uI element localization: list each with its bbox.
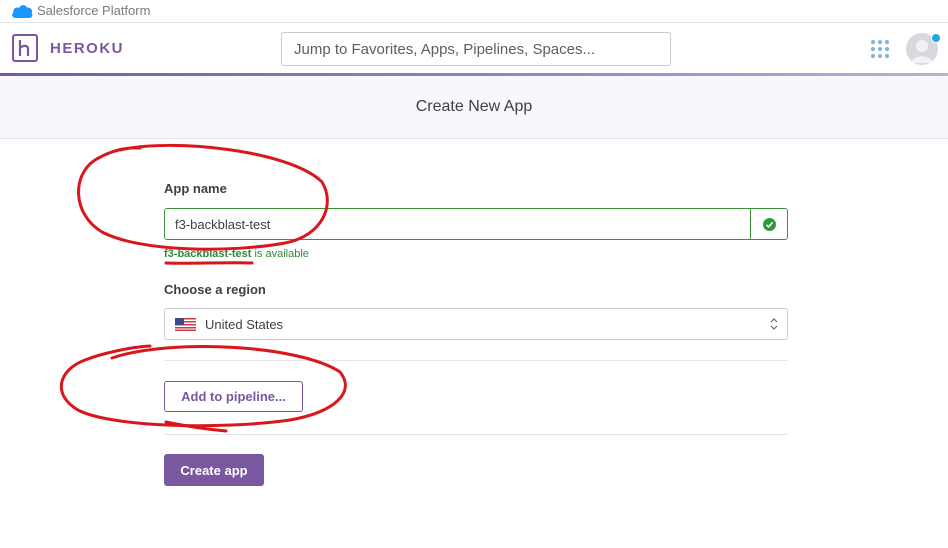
salesforce-platform-bar: Salesforce Platform	[0, 0, 948, 23]
search-input[interactable]	[281, 32, 671, 66]
section-divider	[164, 360, 788, 361]
app-name-status-addon	[750, 208, 788, 240]
grid-icon[interactable]	[871, 40, 889, 58]
check-circle-icon	[763, 218, 776, 231]
salesforce-cloud-icon	[12, 5, 33, 19]
region-select[interactable]: United States	[164, 308, 788, 340]
create-app-button[interactable]: Create app	[164, 454, 264, 486]
region-label: Choose a region	[164, 282, 266, 297]
notification-dot	[931, 33, 941, 43]
chevron-up-down-icon	[770, 318, 778, 330]
heroku-brand-name[interactable]: HEROKU	[50, 40, 124, 57]
region-selected-value: United States	[205, 317, 284, 332]
add-to-pipeline-button[interactable]: Add to pipeline...	[164, 381, 303, 412]
salesforce-platform-label: Salesforce Platform	[37, 3, 151, 18]
availability-app-name: f3-backblast-test	[164, 248, 252, 260]
page-title: Create New App	[415, 98, 533, 115]
top-navigation: HEROKU	[0, 23, 948, 73]
app-name-input[interactable]	[164, 208, 751, 240]
us-flag-icon	[175, 318, 196, 331]
section-divider	[164, 434, 788, 435]
availability-suffix: is available	[251, 248, 309, 260]
heroku-h-glyph	[18, 40, 30, 56]
heroku-logo-icon[interactable]	[12, 34, 38, 62]
page-header: Create New App	[0, 76, 948, 139]
app-name-label: App name	[164, 181, 227, 196]
availability-message: f3-backblast-test is available	[164, 248, 309, 260]
